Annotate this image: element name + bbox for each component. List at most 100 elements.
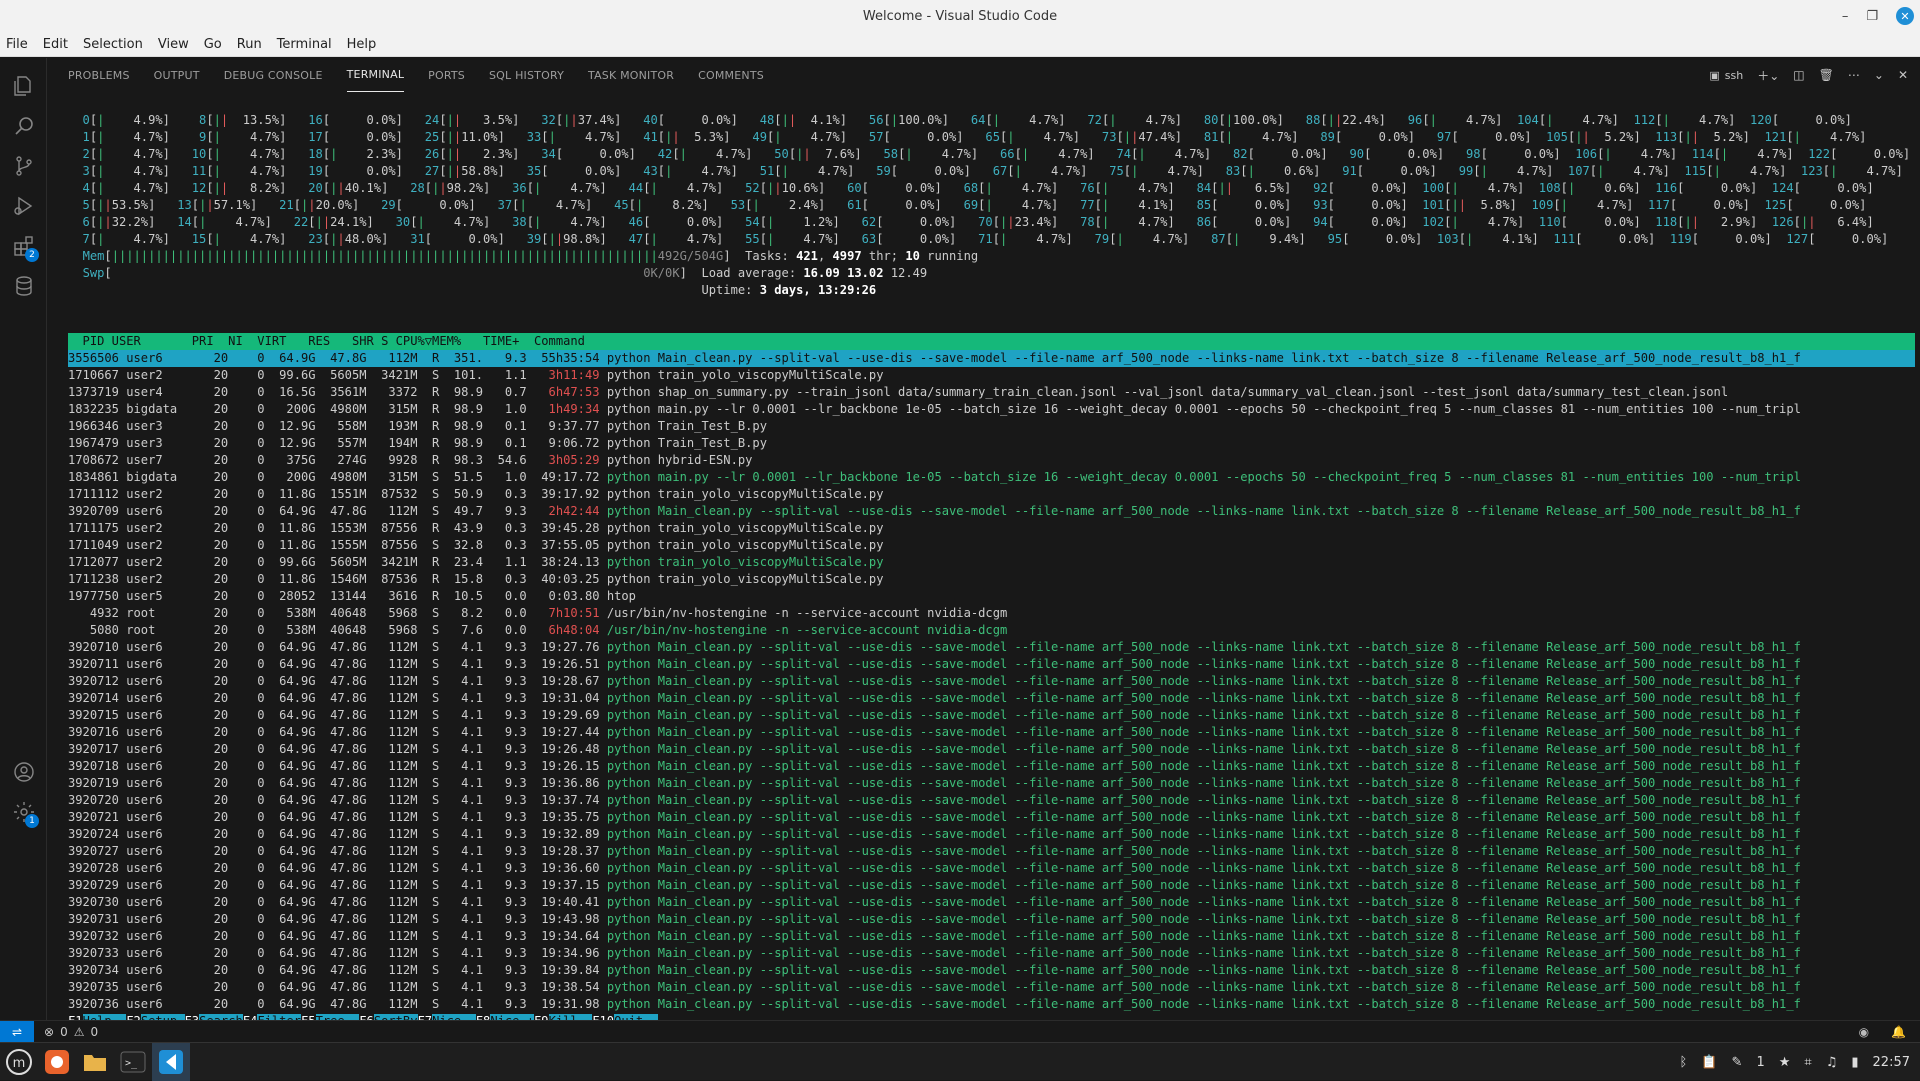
process-command: python shap_on_summary.py --train_jsonl … [606, 385, 1729, 399]
process-row[interactable]: 3920724 user6 20 0 64.9G 47.8G 112M S 4.… [68, 826, 1915, 843]
process-row[interactable]: 3920729 user6 20 0 64.9G 47.8G 112M S 4.… [68, 877, 1915, 894]
bluetooth-icon[interactable]: ᛒ [1680, 1055, 1688, 1070]
vscode-icon[interactable] [152, 1042, 190, 1081]
run-debug-icon[interactable] [0, 184, 47, 228]
tab-comments[interactable]: COMMENTS [698, 58, 764, 92]
copilot-icon[interactable]: ◉ [1859, 1025, 1869, 1039]
process-row[interactable]: 1711112 user2 20 0 11.8G 1551M 87532 S 5… [68, 486, 1915, 503]
process-row[interactable]: 3920710 user6 20 0 64.9G 47.8G 112M S 4.… [68, 639, 1915, 656]
process-ni: 0 [235, 453, 265, 467]
tab-debug-console[interactable]: DEBUG CONSOLE [224, 58, 323, 92]
trash-icon[interactable]: 🗑 [1819, 68, 1834, 82]
clock[interactable]: 22:57 [1873, 1055, 1910, 1070]
notification-icon[interactable]: ✎ [1732, 1055, 1743, 1070]
remote-indicator-icon[interactable]: ⇌ [0, 1020, 34, 1043]
process-row[interactable]: 3920714 user6 20 0 64.9G 47.8G 112M S 4.… [68, 690, 1915, 707]
process-row[interactable]: 3920721 user6 20 0 64.9G 47.8G 112M S 4.… [68, 809, 1915, 826]
tab-sql-history[interactable]: SQL HISTORY [489, 58, 564, 92]
process-row[interactable]: 3920736 user6 20 0 64.9G 47.8G 112M S 4.… [68, 996, 1915, 1013]
process-row[interactable]: 3920720 user6 20 0 64.9G 47.8G 112M S 4.… [68, 792, 1915, 809]
menu-view[interactable]: View [158, 37, 189, 52]
restore-icon[interactable]: ❐ [1866, 9, 1878, 24]
process-row[interactable]: 3556506 user6 20 0 64.9G 47.8G 112M R 35… [68, 350, 1915, 367]
chevron-down-icon[interactable]: ⌄ [1874, 68, 1884, 82]
battery-icon[interactable]: ▮ [1851, 1055, 1858, 1070]
process-row[interactable]: 3920711 user6 20 0 64.9G 47.8G 112M S 4.… [68, 656, 1915, 673]
manage-gear-icon[interactable]: 1 [0, 790, 47, 834]
process-s: S [424, 980, 440, 994]
network-icon[interactable]: ⌗ [1804, 1055, 1811, 1070]
process-row[interactable]: 1834861 bigdata 20 0 200G 4980M 315M S 5… [68, 469, 1915, 486]
process-row[interactable]: 1832235 bigdata 20 0 200G 4980M 315M R 9… [68, 401, 1915, 418]
process-row[interactable]: 1712077 user2 20 0 99.6G 5605M 3421M R 2… [68, 554, 1915, 571]
firefox-icon[interactable] [38, 1043, 76, 1081]
process-row[interactable]: 3920719 user6 20 0 64.9G 47.8G 112M S 4.… [68, 775, 1915, 792]
process-row[interactable]: 3920709 user6 20 0 64.9G 47.8G 112M S 49… [68, 503, 1915, 520]
menu-file[interactable]: File [6, 37, 28, 52]
process-row[interactable]: 3920734 user6 20 0 64.9G 47.8G 112M S 4.… [68, 962, 1915, 979]
terminal[interactable]: 0[| 4.9%] 8[|| 13.5%] 16[ 0.0%] 24[|| 3.… [68, 112, 1915, 1030]
explorer-icon[interactable] [0, 64, 47, 108]
process-row[interactable]: 3920717 user6 20 0 64.9G 47.8G 112M S 4.… [68, 741, 1915, 758]
process-row[interactable]: 1977750 user5 20 0 28052 13144 3616 R 10… [68, 588, 1915, 605]
terminal-app-icon[interactable]: >_ [114, 1043, 152, 1081]
process-row[interactable]: 3920732 user6 20 0 64.9G 47.8G 112M S 4.… [68, 928, 1915, 945]
database-icon[interactable] [0, 264, 47, 308]
clipboard-icon[interactable]: 📋 [1701, 1055, 1717, 1070]
tab-terminal[interactable]: TERMINAL [346, 58, 405, 92]
process-row[interactable]: 1710667 user2 20 0 99.6G 5605M 3421M S 1… [68, 367, 1915, 384]
terminal-profile[interactable]: ▣ ssh [1709, 69, 1743, 82]
minimize-icon[interactable]: – [1842, 9, 1849, 24]
process-row[interactable]: 1708672 user7 20 0 375G 274G 9928 R 98.3… [68, 452, 1915, 469]
process-virt: 200G [271, 402, 316, 416]
menu-terminal[interactable]: Terminal [277, 37, 332, 52]
menu-help[interactable]: Help [347, 37, 377, 52]
process-row[interactable]: 3920712 user6 20 0 64.9G 47.8G 112M S 4.… [68, 673, 1915, 690]
process-row[interactable]: 1966346 user3 20 0 12.9G 558M 193M R 98.… [68, 418, 1915, 435]
process-row[interactable]: 1373719 user4 20 0 16.5G 3561M 3372 R 98… [68, 384, 1915, 401]
process-row[interactable]: 3920718 user6 20 0 64.9G 47.8G 112M S 4.… [68, 758, 1915, 775]
notifications-bell-icon[interactable]: 🔔 [1891, 1025, 1906, 1039]
search-icon[interactable] [0, 104, 47, 148]
process-row[interactable]: 1711175 user2 20 0 11.8G 1553M 87556 R 4… [68, 520, 1915, 537]
extensions-icon[interactable]: 2 [0, 224, 47, 268]
menu-edit[interactable]: Edit [43, 37, 68, 52]
source-control-icon[interactable] [0, 144, 47, 188]
process-row[interactable]: 3920727 user6 20 0 64.9G 47.8G 112M S 4.… [68, 843, 1915, 860]
process-row[interactable]: 1711238 user2 20 0 11.8G 1546M 87536 R 1… [68, 571, 1915, 588]
process-row[interactable]: 3920728 user6 20 0 64.9G 47.8G 112M S 4.… [68, 860, 1915, 877]
menu-run[interactable]: Run [237, 37, 262, 52]
tab-output[interactable]: OUTPUT [154, 58, 200, 92]
process-shr: 112M [373, 504, 418, 518]
menu-go[interactable]: Go [204, 37, 222, 52]
process-row[interactable]: 1967479 user3 20 0 12.9G 557M 194M R 98.… [68, 435, 1915, 452]
tab-task-monitor[interactable]: TASK MONITOR [588, 58, 674, 92]
new-terminal-icon[interactable]: ＋⌄ [1757, 67, 1779, 84]
process-row[interactable]: 3920731 user6 20 0 64.9G 47.8G 112M S 4.… [68, 911, 1915, 928]
menu-selection[interactable]: Selection [83, 37, 143, 52]
process-row[interactable]: 3920715 user6 20 0 64.9G 47.8G 112M S 4.… [68, 707, 1915, 724]
files-icon[interactable] [76, 1043, 114, 1081]
tab-ports[interactable]: PORTS [428, 58, 465, 92]
close-panel-icon[interactable]: ✕ [1898, 68, 1908, 82]
process-row[interactable]: 3920716 user6 20 0 64.9G 47.8G 112M S 4.… [68, 724, 1915, 741]
process-row[interactable]: 4932 root 20 0 538M 40648 5968 S 8.2 0.0… [68, 605, 1915, 622]
process-row[interactable]: 1711049 user2 20 0 11.8G 1555M 87556 S 3… [68, 537, 1915, 554]
running-count: 10 [905, 249, 920, 263]
tab-problems[interactable]: PROBLEMS [68, 58, 130, 92]
account-icon[interactable] [0, 750, 47, 794]
close-icon[interactable]: ✕ [1896, 7, 1914, 25]
process-row[interactable]: 5080 root 20 0 538M 40648 5968 S 7.6 0.0… [68, 622, 1915, 639]
process-s: S [424, 963, 440, 977]
process-virt: 64.9G [271, 827, 316, 841]
process-pri: 20 [199, 538, 229, 552]
volume-icon[interactable]: ♫ [1826, 1055, 1838, 1070]
process-row[interactable]: 3920735 user6 20 0 64.9G 47.8G 112M S 4.… [68, 979, 1915, 996]
start-menu-icon[interactable]: m [0, 1043, 38, 1081]
split-terminal-icon[interactable]: ◫ [1793, 68, 1804, 82]
star-icon[interactable]: ★ [1779, 1055, 1791, 1070]
more-actions-icon[interactable]: ⋯ [1848, 68, 1860, 82]
process-row[interactable]: 3920733 user6 20 0 64.9G 47.8G 112M S 4.… [68, 945, 1915, 962]
problems-status[interactable]: ⊗ 0 ⚠ 0 [44, 1025, 98, 1039]
process-row[interactable]: 3920730 user6 20 0 64.9G 47.8G 112M S 4.… [68, 894, 1915, 911]
